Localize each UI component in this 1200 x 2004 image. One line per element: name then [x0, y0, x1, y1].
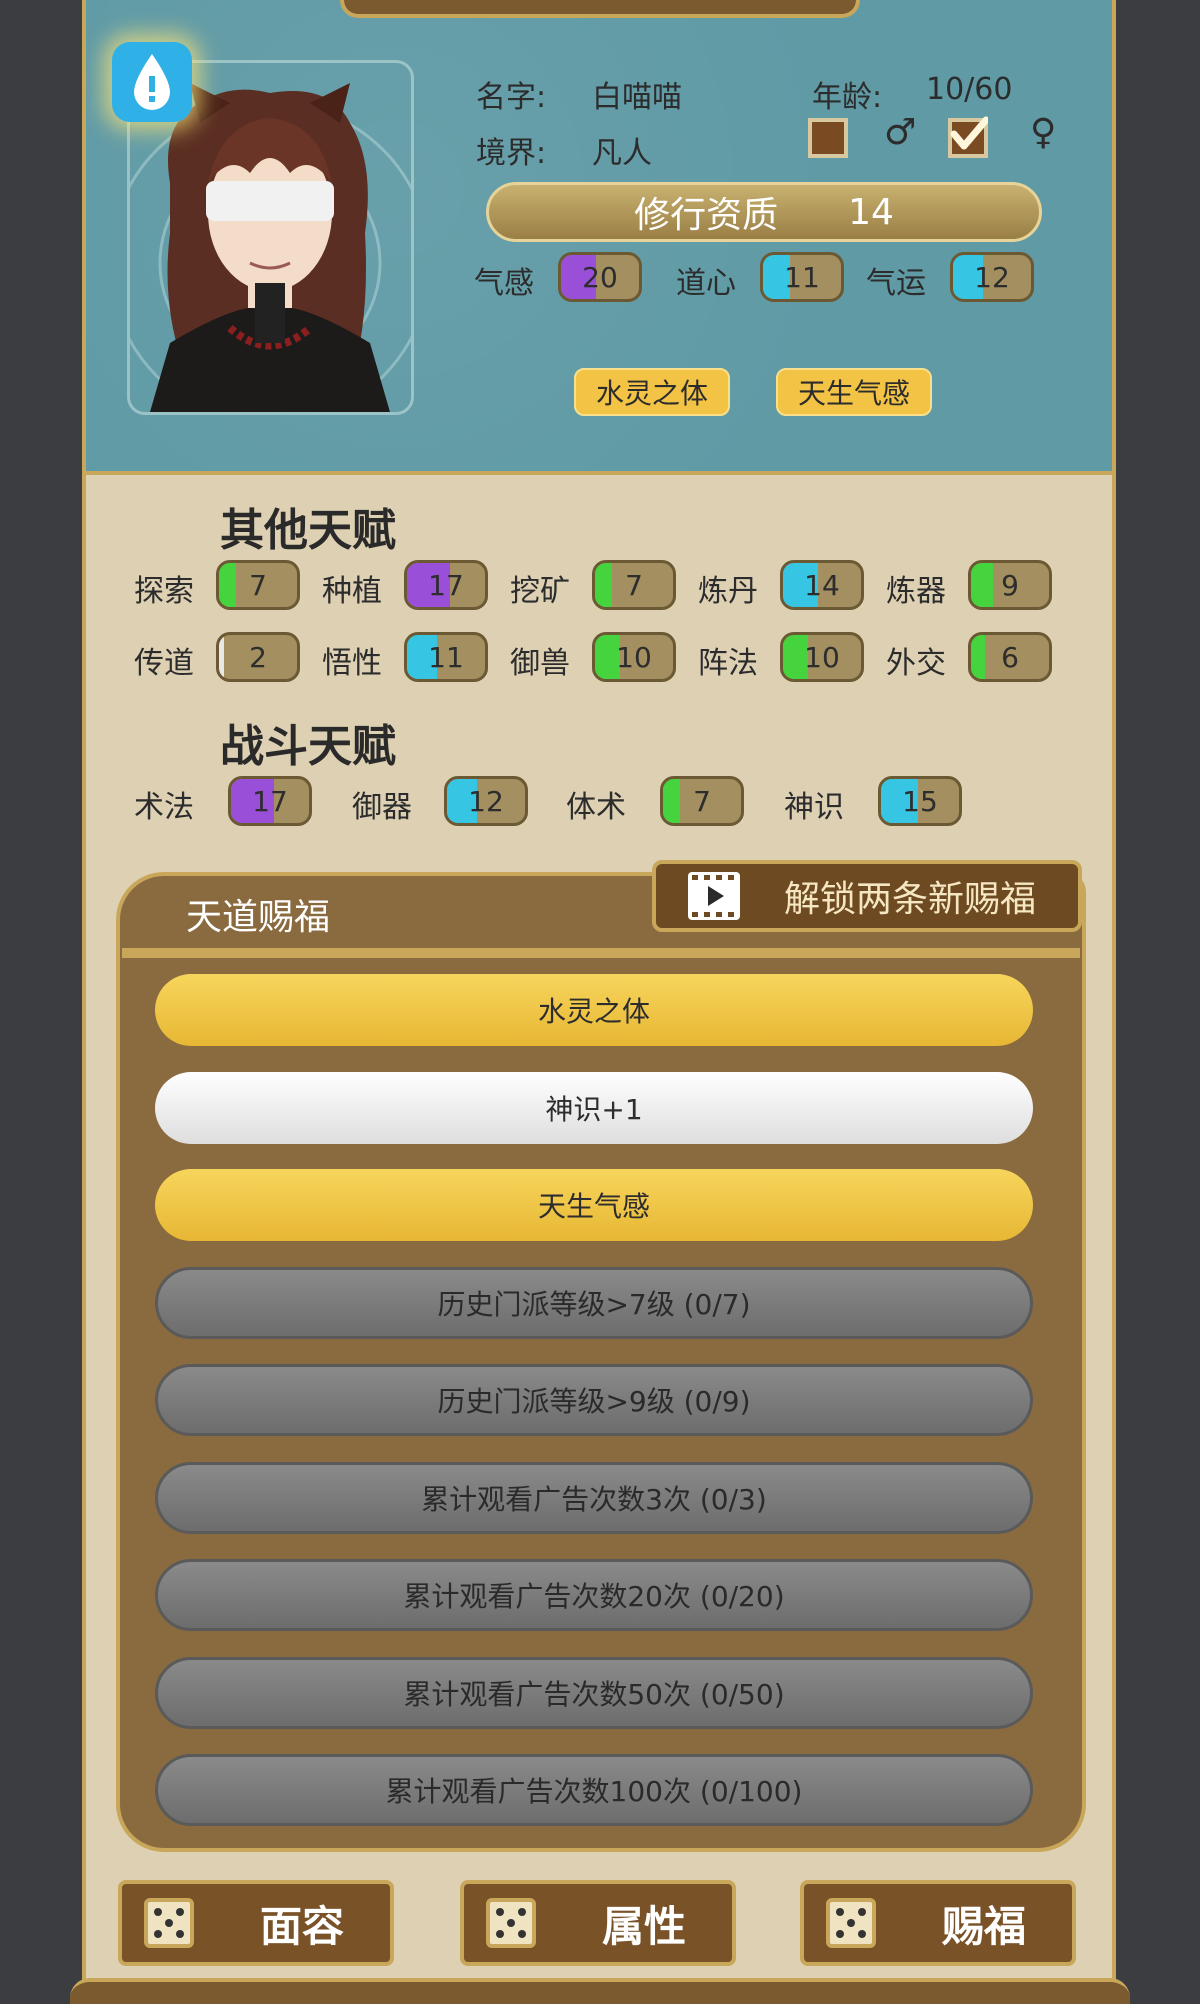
talent-label: 悟性 — [322, 646, 382, 681]
blessing-item[interactable]: 累计观看广告次数50次 (0/50) — [155, 1656, 1033, 1729]
trait-tag[interactable]: 天生气感 — [776, 368, 932, 416]
talent-value: 12 — [468, 784, 504, 818]
talent-value-box: 10 — [592, 632, 676, 682]
blessing-panel-title: 天道赐福 — [186, 897, 331, 938]
trait-tag[interactable]: 水灵之体 — [574, 368, 730, 416]
talent-value-box: 7 — [592, 560, 676, 610]
combat-talents-title: 战斗天赋 — [220, 721, 396, 772]
blessing-button-label: 赐福 — [941, 1901, 1026, 1951]
talent-value: 17 — [252, 784, 288, 818]
blessing-item[interactable]: 累计观看广告次数3次 (0/3) — [155, 1461, 1033, 1534]
talent-label: 种植 — [322, 574, 382, 609]
age-label: 年龄: — [812, 80, 883, 115]
talent-value: 9 — [1001, 568, 1019, 602]
talent-value: 7 — [625, 568, 643, 602]
talent-value: 11 — [428, 640, 464, 674]
aptitude-bar: 修行资质 14 — [486, 182, 1042, 242]
talent-label: 外交 — [886, 646, 946, 681]
bottom-ornament — [70, 1978, 1130, 2004]
panel-divider — [122, 948, 1080, 958]
talent-label: 御兽 — [510, 646, 570, 681]
talent-value-box: 6 — [968, 632, 1052, 682]
talent-value-box: 11 — [760, 252, 844, 302]
talent-label: 术法 — [134, 790, 194, 825]
talent-label: 气运 — [866, 266, 926, 301]
other-talents-title: 其他天赋 — [220, 505, 396, 556]
talent-label: 炼器 — [886, 574, 946, 609]
attributes-button[interactable]: 属性 — [460, 1880, 736, 1966]
talent-label: 传道 — [134, 646, 194, 681]
talent-value-box: 11 — [404, 632, 488, 682]
talent-value-box: 7 — [660, 776, 744, 826]
talent-label: 神识 — [784, 790, 844, 825]
talent-label: 阵法 — [698, 646, 758, 681]
talent-value-box: 15 — [878, 776, 962, 826]
female-symbol-icon: ♀ — [1030, 112, 1057, 153]
talent-value-box: 2 — [216, 632, 300, 682]
talent-value: 6 — [1001, 640, 1019, 674]
talent-value-box: 17 — [404, 560, 488, 610]
blessing-item[interactable]: 历史门派等级>9级 (0/9) — [155, 1364, 1033, 1436]
male-checkbox[interactable] — [808, 118, 848, 158]
video-play-icon — [688, 872, 740, 920]
water-drop-icon — [112, 42, 192, 122]
talent-label: 挖矿 — [510, 574, 570, 609]
talent-label: 炼丹 — [698, 574, 758, 609]
talent-value-box: 7 — [216, 560, 300, 610]
dice-icon — [144, 1898, 194, 1948]
talent-value: 10 — [804, 640, 840, 674]
talent-value-box: 9 — [968, 560, 1052, 610]
talent-value: 11 — [784, 260, 820, 294]
talent-value: 17 — [428, 568, 464, 602]
talent-value: 7 — [249, 568, 267, 602]
face-button-label: 面容 — [259, 1901, 344, 1951]
talent-value-box: 14 — [780, 560, 864, 610]
talent-label: 体术 — [566, 790, 626, 825]
talent-value: 10 — [616, 640, 652, 674]
talent-value-box: 20 — [558, 252, 642, 302]
talent-value: 7 — [693, 784, 711, 818]
blessing-button[interactable]: 赐福 — [800, 1880, 1076, 1966]
unlock-blessings-button[interactable]: 解锁两条新赐福 — [652, 860, 1082, 932]
talent-value-box: 17 — [228, 776, 312, 826]
aptitude-label: 修行资质 — [634, 195, 779, 236]
top-ornament — [340, 0, 860, 18]
female-checkbox[interactable] — [948, 116, 988, 158]
talent-label: 探索 — [134, 574, 194, 609]
talent-label: 气感 — [474, 266, 534, 301]
blessing-item[interactable]: 天生气感 — [155, 1169, 1033, 1241]
blessing-item[interactable]: 水灵之体 — [155, 974, 1033, 1046]
checkmark-icon — [950, 116, 988, 150]
dice-icon — [486, 1898, 536, 1948]
dice-icon — [826, 1898, 876, 1948]
character-realm: 凡人 — [592, 136, 652, 171]
talent-value: 2 — [249, 640, 267, 674]
talent-label: 御器 — [352, 790, 412, 825]
talent-value: 15 — [902, 784, 938, 818]
character-name: 白喵喵 — [592, 80, 682, 115]
talent-value: 12 — [974, 260, 1010, 294]
talent-value-box: 10 — [780, 632, 864, 682]
talent-value: 14 — [804, 568, 840, 602]
blessing-item[interactable]: 累计观看广告次数100次 (0/100) — [155, 1754, 1033, 1826]
attributes-button-label: 属性 — [601, 1901, 686, 1951]
talent-value: 20 — [582, 260, 618, 294]
blessing-item[interactable]: 累计观看广告次数20次 (0/20) — [155, 1559, 1033, 1631]
talent-value-box: 12 — [444, 776, 528, 826]
name-label: 名字: — [476, 80, 547, 115]
realm-label: 境界: — [476, 136, 547, 171]
aptitude-value: 14 — [848, 191, 894, 233]
talent-value-box: 12 — [950, 252, 1034, 302]
face-button[interactable]: 面容 — [118, 1880, 394, 1966]
talent-label: 道心 — [676, 266, 736, 301]
character-age: 10/60 — [926, 72, 1013, 107]
male-symbol-icon: ♂ — [884, 112, 917, 153]
blessing-item[interactable]: 历史门派等级>7级 (0/7) — [155, 1266, 1033, 1339]
blessing-item[interactable]: 神识+1 — [155, 1071, 1033, 1144]
unlock-label: 解锁两条新赐福 — [783, 879, 1036, 920]
